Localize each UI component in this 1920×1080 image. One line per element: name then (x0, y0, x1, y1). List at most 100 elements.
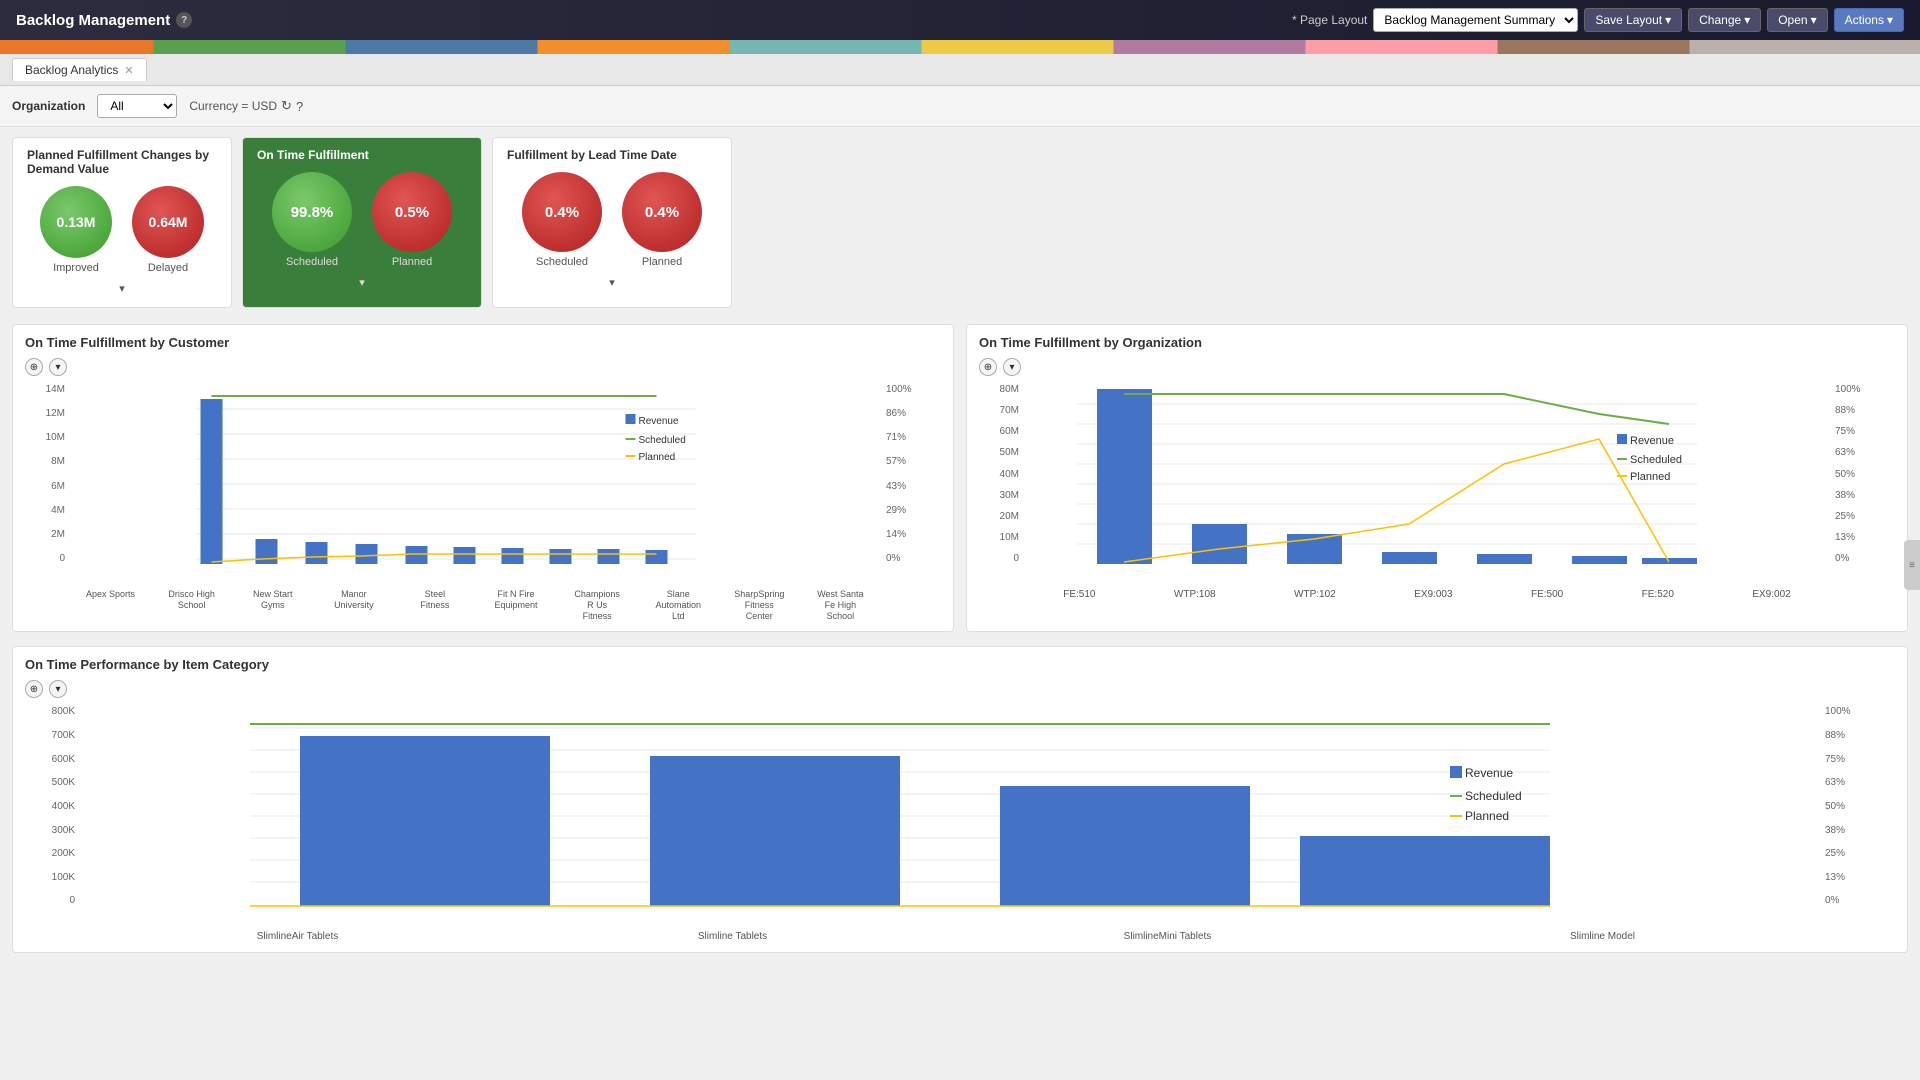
kpi-card-planned-fulfillment-title: Planned Fulfillment Changes by Demand Va… (27, 148, 217, 176)
chart-category-caret-btn[interactable]: ▾ (49, 680, 67, 698)
kpi-circle-scheduled-lt: 0.4% Scheduled (522, 172, 602, 268)
chart-org-svg: Revenue Scheduled Planned (1024, 384, 1830, 584)
kpi-card-on-time: On Time Fulfillment 99.8% Scheduled 0.5%… (242, 137, 482, 308)
chart-org-header: ⊕ ▾ (979, 358, 1895, 376)
kpi-expand-lead-time[interactable]: ▾ (507, 274, 717, 291)
kpi-circle-scheduled: 99.8% Scheduled (272, 172, 352, 268)
svg-text:Scheduled: Scheduled (1630, 454, 1682, 466)
side-handle[interactable]: ≡ (1904, 540, 1920, 590)
chart-org-ctrl-btn[interactable]: ⊕ (979, 358, 997, 376)
kpi-circles-lead-time: 0.4% Scheduled 0.4% Planned (507, 172, 717, 268)
chart-category-svg: Revenue Scheduled Planned (80, 706, 1820, 926)
scheduled-label: Scheduled (286, 256, 338, 268)
chart-on-time-org: On Time Fulfillment by Organization ⊕ ▾ … (966, 324, 1908, 632)
top-bar: Backlog Management ? * Page Layout Backl… (0, 0, 1920, 40)
improved-circle: 0.13M (40, 186, 112, 258)
chart-category-title: On Time Performance by Item Category (25, 657, 1895, 672)
y-labels-category-right: 100% 88% 75% 63% 50% 38% 25% 13% 0% (1825, 706, 1895, 906)
scheduled-lt-label: Scheduled (536, 256, 588, 268)
kpi-circle-improved: 0.13M Improved (40, 186, 112, 274)
currency-info: Currency = USD ↻ ? (189, 98, 303, 114)
org-select[interactable]: All (97, 94, 177, 118)
svg-text:Revenue: Revenue (1630, 435, 1674, 447)
chart-category-ctrl-btn[interactable]: ⊕ (25, 680, 43, 698)
kpi-card-lead-time-title: Fulfillment by Lead Time Date (507, 148, 717, 162)
chart-on-time-customer: On Time Fulfillment by Customer ⊕ ▾ 14M … (12, 324, 954, 632)
tab-close-icon[interactable]: ✕ (124, 64, 133, 77)
top-bar-right: * Page Layout Backlog Management Summary… (1292, 8, 1904, 32)
chart-customer-header: ⊕ ▾ (25, 358, 941, 376)
kpi-circles-planned: 0.13M Improved 0.64M Delayed (27, 186, 217, 274)
kpi-expand-on-time[interactable]: ▾ (257, 274, 467, 291)
x-labels-org: FE:510 WTP:108 WTP:102 EX9:003 FE:500 FE… (1024, 589, 1830, 600)
x-labels-category: SlimlineAir Tablets Slimline Tablets Sli… (80, 931, 1820, 942)
svg-text:Scheduled: Scheduled (639, 435, 686, 446)
svg-text:Planned: Planned (1630, 471, 1670, 483)
toolbar: Organization All Currency = USD ↻ ? (0, 86, 1920, 127)
open-button[interactable]: Open ▾ (1767, 8, 1827, 32)
change-caret-icon: ▾ (1744, 13, 1750, 27)
kpi-circles-on-time: 99.8% Scheduled 0.5% Planned (257, 172, 467, 268)
kpi-card-on-time-title: On Time Fulfillment (257, 148, 467, 162)
tab-backlog-analytics[interactable]: Backlog Analytics ✕ (12, 58, 147, 81)
chart-org-title: On Time Fulfillment by Organization (979, 335, 1895, 350)
svg-text:Revenue: Revenue (1465, 766, 1513, 780)
app-title: Backlog Management ? (16, 12, 192, 29)
y-labels-customer-left: 14M 12M 10M 8M 6M 4M 2M 0 (25, 384, 65, 564)
scheduled-lt-circle: 0.4% (522, 172, 602, 252)
charts-row-1: On Time Fulfillment by Customer ⊕ ▾ 14M … (12, 324, 1908, 646)
y-labels-org-left: 80M 70M 60M 50M 40M 30M 20M 10M 0 (979, 384, 1019, 564)
chart-customer-caret-btn[interactable]: ▾ (49, 358, 67, 376)
refresh-icon[interactable]: ↻ (281, 98, 292, 114)
chart-on-time-category: On Time Performance by Item Category ⊕ ▾… (12, 646, 1908, 953)
chart-org-caret-btn[interactable]: ▾ (1003, 358, 1021, 376)
kpi-expand-planned[interactable]: ▾ (27, 280, 217, 297)
y-labels-customer-right: 100% 86% 71% 57% 43% 29% 14% 0% (886, 384, 941, 564)
chart-customer-ctrl-btn[interactable]: ⊕ (25, 358, 43, 376)
page-layout-label: * Page Layout (1292, 13, 1367, 27)
kpi-circle-planned-on-time: 0.5% Planned (372, 172, 452, 268)
scheduled-circle: 99.8% (272, 172, 352, 252)
main-content: Planned Fulfillment Changes by Demand Va… (0, 127, 1920, 977)
planned-lt-circle: 0.4% (622, 172, 702, 252)
tab-bar: Backlog Analytics ✕ (0, 54, 1920, 86)
kpi-card-planned-fulfillment: Planned Fulfillment Changes by Demand Va… (12, 137, 232, 308)
chart-category-wrapper: 800K 700K 600K 500K 400K 300K 200K 100K … (25, 706, 1895, 942)
improved-label: Improved (53, 262, 99, 274)
currency-help-icon[interactable]: ? (296, 99, 303, 114)
planned-label: Planned (392, 256, 432, 268)
color-banner (0, 40, 1920, 54)
app-help-icon[interactable]: ? (176, 12, 192, 28)
actions-button[interactable]: Actions ▾ (1834, 8, 1904, 32)
save-layout-caret-icon: ▾ (1665, 13, 1671, 27)
actions-caret-icon: ▾ (1887, 13, 1893, 27)
planned-lt-label: Planned (642, 256, 682, 268)
svg-text:Revenue: Revenue (639, 416, 679, 427)
planned-circle: 0.5% (372, 172, 452, 252)
svg-text:Planned: Planned (1465, 809, 1509, 823)
tab-label: Backlog Analytics (25, 63, 118, 77)
page-layout-select[interactable]: Backlog Management Summary (1373, 8, 1578, 32)
x-labels-customer: Apex Sports Drisco High School New Start… (70, 589, 881, 621)
org-label: Organization (12, 99, 85, 113)
svg-text:Scheduled: Scheduled (1465, 789, 1522, 803)
y-labels-category-left: 800K 700K 600K 500K 400K 300K 200K 100K … (25, 706, 75, 906)
delayed-label: Delayed (148, 262, 188, 274)
chart-customer-svg: Revenue Scheduled Planned (70, 384, 881, 584)
kpi-circle-delayed: 0.64M Delayed (132, 186, 204, 274)
app-title-text: Backlog Management (16, 12, 170, 29)
chart-org-wrapper: 80M 70M 60M 50M 40M 30M 20M 10M 0 100% 8… (979, 384, 1895, 600)
kpi-card-lead-time: Fulfillment by Lead Time Date 0.4% Sched… (492, 137, 732, 308)
delayed-circle: 0.64M (132, 186, 204, 258)
chart-customer-wrapper: 14M 12M 10M 8M 6M 4M 2M 0 100% 86% 71% 5… (25, 384, 941, 621)
kpi-row: Planned Fulfillment Changes by Demand Va… (12, 137, 1908, 308)
y-labels-org-right: 100% 88% 75% 63% 50% 38% 25% 13% 0% (1835, 384, 1895, 564)
change-button[interactable]: Change ▾ (1688, 8, 1761, 32)
kpi-circle-planned-lt: 0.4% Planned (622, 172, 702, 268)
save-layout-button[interactable]: Save Layout ▾ (1584, 8, 1682, 32)
currency-label: Currency = USD (189, 99, 277, 113)
chart-category-header: ⊕ ▾ (25, 680, 1895, 698)
open-caret-icon: ▾ (1811, 13, 1817, 27)
chart-customer-title: On Time Fulfillment by Customer (25, 335, 941, 350)
svg-text:Planned: Planned (639, 452, 676, 463)
